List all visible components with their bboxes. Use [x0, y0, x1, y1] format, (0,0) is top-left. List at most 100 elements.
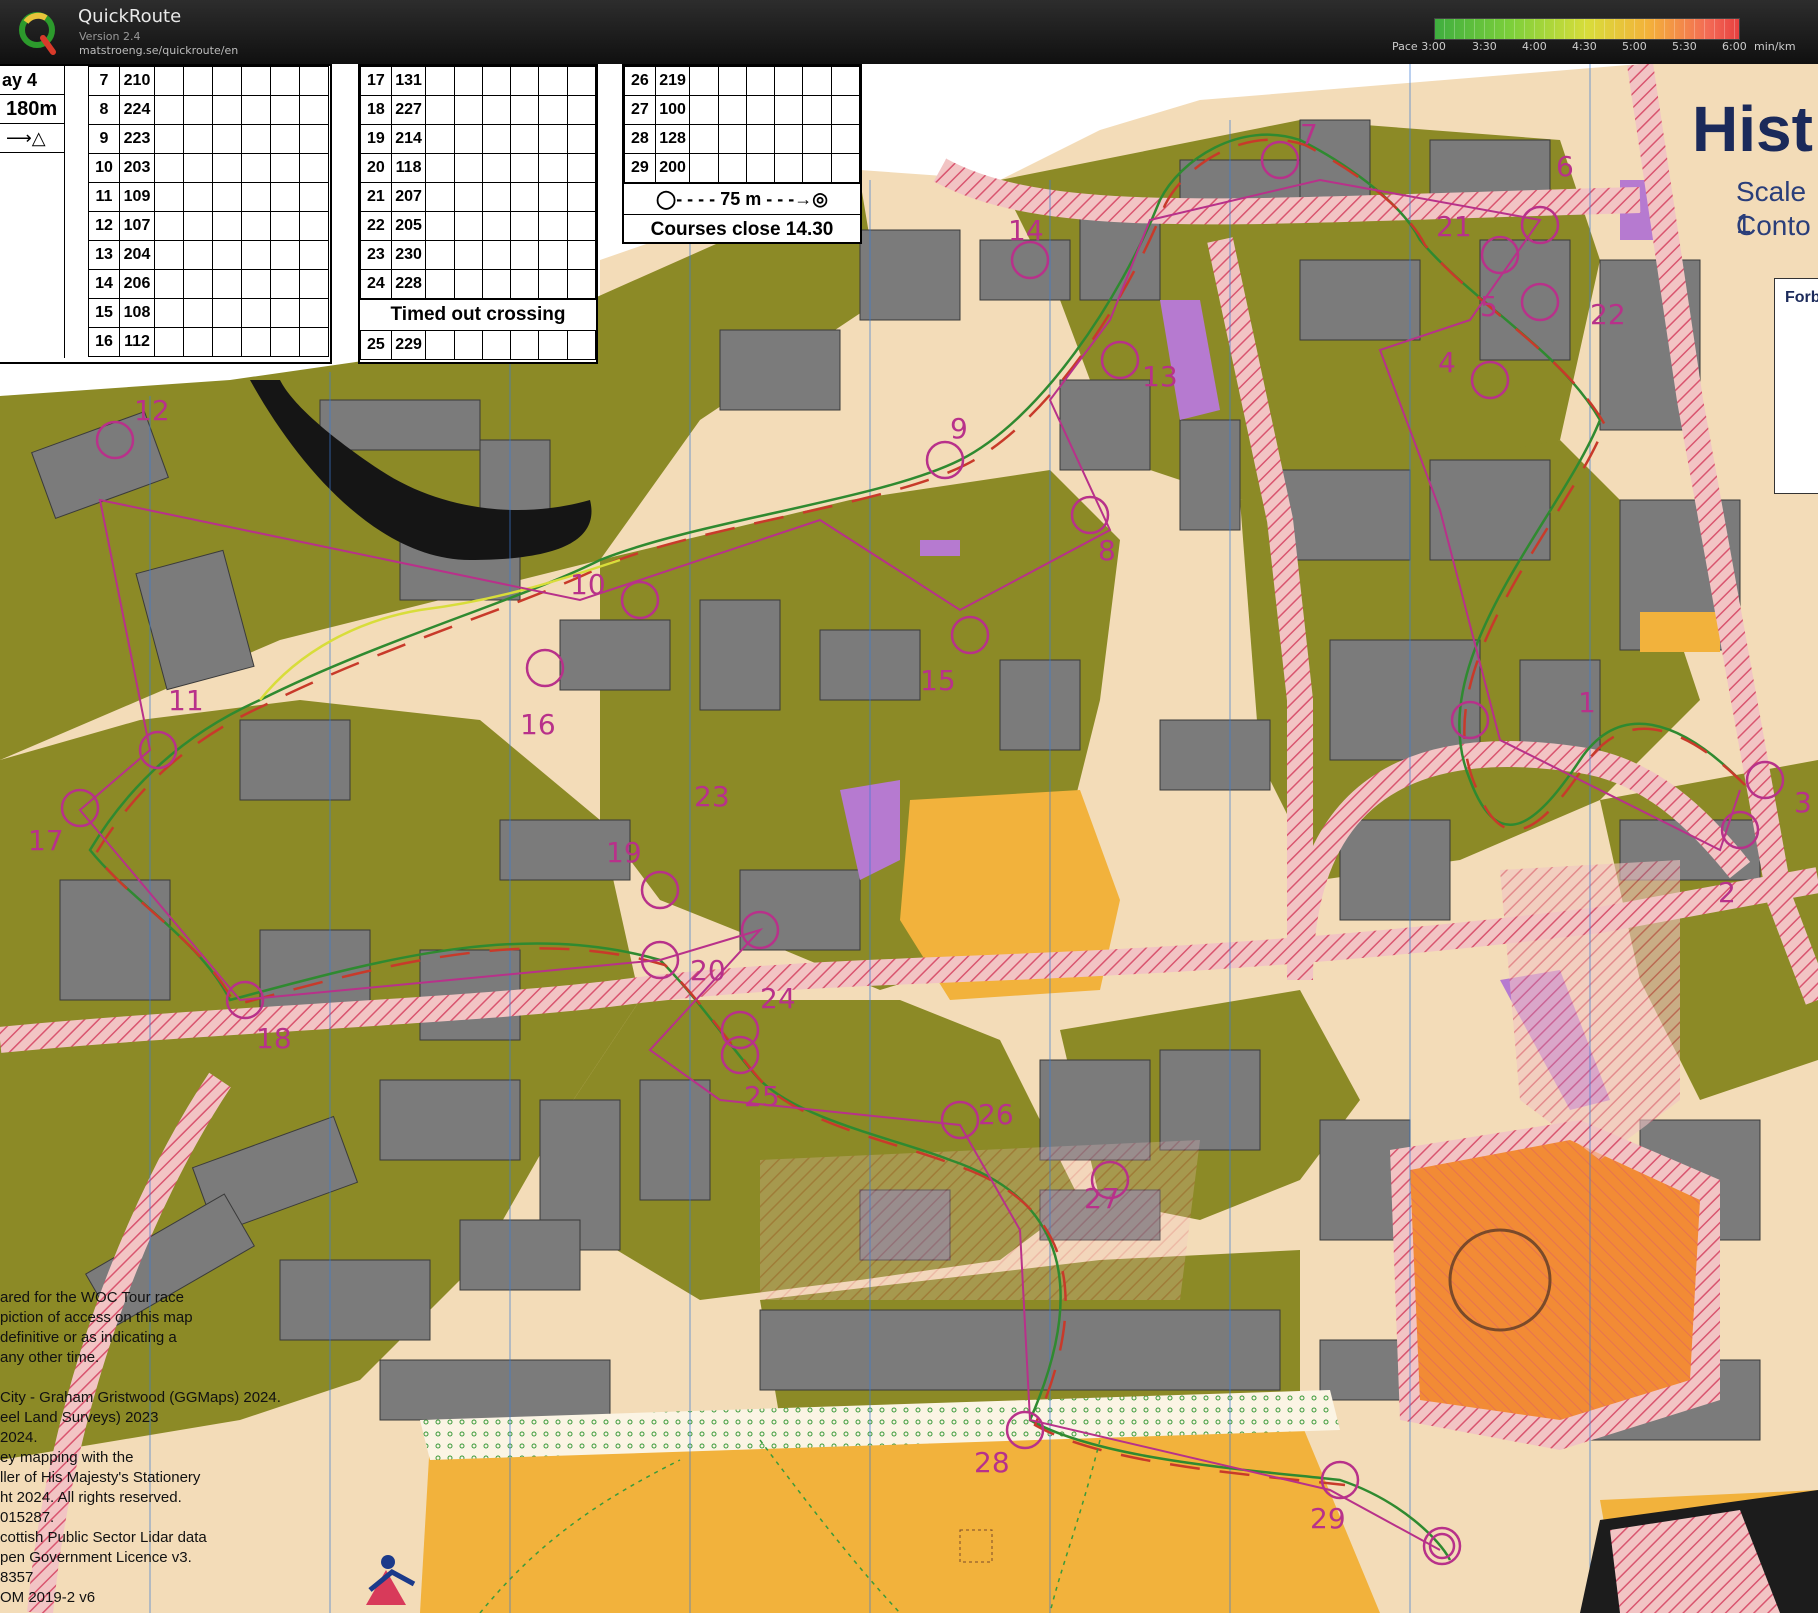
description-symbol-cell — [299, 124, 329, 154]
control-number-4: 4 — [1438, 346, 1456, 379]
description-symbol-cell — [212, 95, 242, 125]
description-symbol-cell — [241, 66, 271, 96]
description-symbol-cell — [212, 124, 242, 154]
description-symbol-cell — [689, 153, 719, 183]
description-symbol-cell — [538, 124, 568, 154]
description-symbol-cell — [270, 327, 300, 357]
control-sequence-number: 11 — [88, 182, 120, 212]
description-symbol-cell — [481, 66, 512, 96]
description-symbol-cell — [538, 95, 568, 125]
description-symbol-cell — [270, 211, 300, 241]
control-code: 206 — [119, 269, 155, 299]
control-code: 108 — [119, 298, 155, 328]
description-symbol-cell — [453, 95, 483, 125]
control-code: 118 — [390, 153, 427, 183]
description-symbol-cell — [774, 153, 804, 183]
description-symbol-cell — [481, 95, 512, 125]
description-row: 20 118 — [360, 153, 597, 183]
control-number-23: 23 — [694, 780, 730, 813]
control-code: 200 — [654, 153, 691, 183]
description-symbol-cell — [183, 66, 213, 96]
control-sequence-number: 22 — [360, 211, 392, 241]
desc-middle-table: 17 131 18 227 19 214 20 118 21 207 22 205 23 230 24 228 — [360, 66, 597, 299]
description-symbol-cell — [425, 153, 455, 183]
description-symbol-cell — [510, 66, 540, 96]
finish-leg-row: ◯- - - - 75 m - - -→◎ — [624, 183, 860, 214]
description-symbol-cell — [481, 182, 512, 212]
control-number-24: 24 — [760, 982, 796, 1015]
pace-tick: 4:00 — [1522, 40, 1547, 53]
description-symbol-cell — [481, 211, 512, 241]
credit-line: 2024. — [0, 1429, 38, 1446]
description-row: 28 128 — [624, 124, 861, 154]
control-code: 204 — [119, 240, 155, 270]
description-symbol-cell — [241, 298, 271, 328]
control-description-sheet-middle: 17 131 18 227 19 214 20 118 21 207 22 205 23 230 24 228… — [358, 64, 598, 364]
control-code: 223 — [119, 124, 155, 154]
description-symbol-cell — [183, 211, 213, 241]
pace-tick: 4:30 — [1572, 40, 1597, 53]
control-number-17: 17 — [28, 824, 64, 857]
description-symbol-cell — [566, 66, 597, 96]
app-url-link[interactable]: matstroeng.se/quickroute/en — [79, 44, 238, 57]
credit-line: City - Graham Gristwood (GGMaps) 2024. — [0, 1389, 281, 1406]
description-symbol-cell — [154, 298, 184, 328]
description-symbol-cell — [241, 211, 271, 241]
description-symbol-cell — [183, 269, 213, 299]
quickroute-window: QuickRoute Version 2.4 matstroeng.se/qui… — [0, 0, 1818, 1613]
credit-line: eel Land Surveys) 2023 — [0, 1409, 159, 1426]
finish-distance: 75 m — [720, 189, 762, 209]
description-symbol-cell — [745, 95, 776, 125]
control-sequence-number: 25 — [360, 330, 392, 360]
control-code: 203 — [119, 153, 155, 183]
description-symbol-cell — [566, 124, 597, 154]
description-symbol-cell — [212, 153, 242, 183]
description-row: 11 109 — [88, 182, 329, 212]
description-symbol-cell — [212, 298, 242, 328]
description-row: 14 206 — [88, 269, 329, 299]
description-symbol-cell — [538, 330, 568, 360]
control-sequence-number: 18 — [360, 95, 392, 125]
description-symbol-cell — [453, 182, 483, 212]
description-symbol-cell — [212, 182, 242, 212]
description-symbol-cell — [538, 240, 568, 270]
description-symbol-cell — [689, 66, 719, 96]
description-symbol-cell — [299, 240, 329, 270]
description-symbol-cell — [481, 124, 512, 154]
description-symbol-cell — [183, 95, 213, 125]
control-number-12: 12 — [134, 394, 170, 427]
description-symbol-cell — [299, 211, 329, 241]
description-symbol-cell — [183, 240, 213, 270]
description-symbol-cell — [510, 330, 540, 360]
control-number-29: 29 — [1310, 1502, 1346, 1535]
description-symbol-cell — [425, 66, 455, 96]
legend-heading-partial: Forb — [1785, 289, 1818, 306]
description-row: 15 108 — [88, 298, 329, 328]
description-row: 24 228 — [360, 269, 597, 299]
description-symbol-cell — [270, 269, 300, 299]
description-symbol-cell — [538, 182, 568, 212]
control-description-sheet-left: ay 4 180m ⟶△ 7 210 8 224 9 223 10 203 11 109 12 107… — [0, 64, 332, 364]
description-row: 23 230 — [360, 240, 597, 270]
control-sequence-number: 26 — [624, 66, 656, 96]
control-sequence-number: 9 — [88, 124, 120, 154]
control-number-18: 18 — [256, 1022, 292, 1055]
credit-line — [0, 1368, 330, 1388]
control-number-9: 9 — [950, 412, 968, 445]
description-symbol-cell — [241, 153, 271, 183]
control-number-10: 10 — [570, 568, 606, 601]
description-symbol-cell — [425, 269, 455, 299]
control-number-28: 28 — [974, 1446, 1010, 1479]
description-symbol-cell — [425, 211, 455, 241]
description-symbol-cell — [566, 153, 597, 183]
description-symbol-cell — [453, 240, 483, 270]
map-contour-partial: Conto — [1736, 210, 1811, 241]
description-symbol-cell — [154, 211, 184, 241]
credit-line: 8357 — [0, 1569, 34, 1586]
description-symbol-cell — [241, 124, 271, 154]
description-symbol-cell — [510, 153, 540, 183]
control-sequence-number: 27 — [624, 95, 656, 125]
description-symbol-cell — [270, 95, 300, 125]
desc-left-table: 7 210 8 224 9 223 10 203 11 109 12 107 13 204 14 206 15 1… — [88, 66, 329, 357]
credit-line: ht 2024. All rights reserved. — [0, 1489, 182, 1506]
